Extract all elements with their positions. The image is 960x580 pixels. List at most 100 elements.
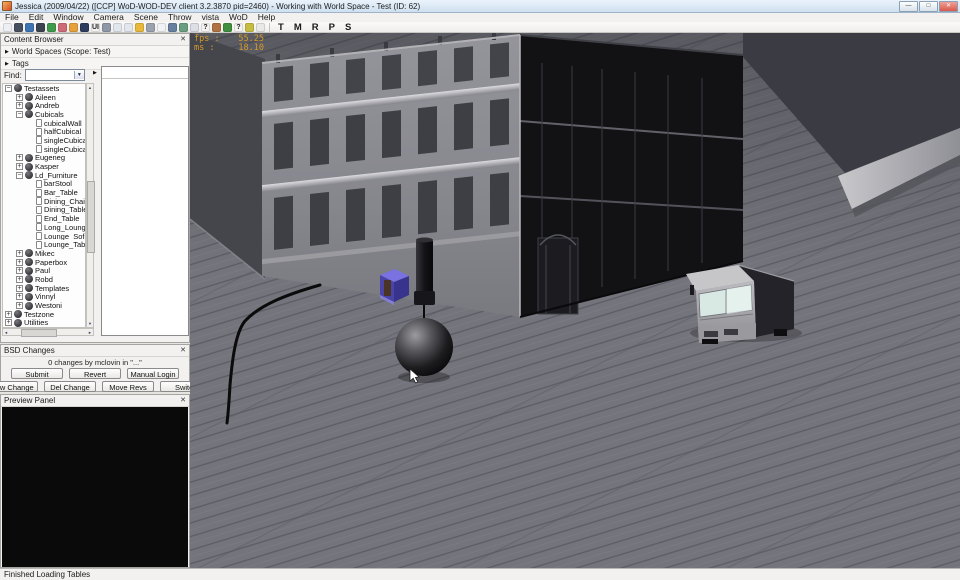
close-icon[interactable] — [180, 35, 186, 44]
green-asset-icon[interactable] — [47, 23, 56, 32]
ui-editor-icon[interactable]: UI — [91, 23, 100, 32]
monitor-icon[interactable] — [80, 23, 89, 32]
menu-item[interactable]: File — [0, 13, 24, 22]
tree-item[interactable]: Aileen — [3, 93, 85, 102]
tree-expander-icon[interactable] — [16, 250, 23, 257]
close-button[interactable]: ✕ — [939, 1, 958, 12]
content-browser-header[interactable]: Content Browser — [1, 34, 189, 46]
tree-expander-icon[interactable] — [27, 189, 34, 196]
menu-item[interactable]: Scene — [129, 13, 163, 22]
tree-item[interactable]: Vinnyl — [3, 293, 85, 302]
close-icon[interactable] — [180, 396, 186, 405]
tree-expander-icon[interactable] — [16, 163, 23, 170]
tree-item[interactable]: cubicalWall — [3, 119, 85, 128]
tree-icon[interactable] — [223, 23, 232, 32]
menu-item[interactable]: WoD — [224, 13, 253, 22]
tree-expander-icon[interactable] — [16, 154, 23, 161]
scroll-left-icon[interactable]: ◄ — [3, 329, 9, 336]
tree-item[interactable]: Testzone — [3, 310, 85, 319]
tree-expander-icon[interactable] — [16, 94, 23, 101]
preview-canvas[interactable] — [2, 407, 188, 567]
help-alt-icon[interactable]: ? — [234, 23, 243, 32]
tree-item[interactable]: Westoni — [3, 301, 85, 310]
scrollbar-thumb[interactable] — [21, 329, 57, 337]
globe-icon[interactable] — [102, 23, 111, 32]
scroll-right-icon[interactable]: ► — [87, 329, 93, 336]
building[interactable] — [262, 33, 743, 317]
tree-item[interactable]: barStool — [3, 180, 85, 189]
world-spaces-section[interactable]: World Spaces (Scope: Test) — [1, 46, 189, 58]
circle-icon[interactable] — [256, 23, 265, 32]
tree-expander-icon[interactable] — [27, 206, 34, 213]
tree-horizontal-scrollbar[interactable]: ◄ ► — [2, 328, 94, 336]
tree-item[interactable]: singleCubical — [3, 145, 85, 154]
tree-item[interactable]: Lounge_Table — [3, 240, 85, 249]
bsd-button[interactable]: Submit — [11, 368, 63, 379]
find-combobox[interactable]: ▼ — [25, 69, 85, 81]
tree-item[interactable]: Andreb — [3, 101, 85, 110]
tree-expander-icon[interactable] — [5, 311, 12, 318]
menu-item[interactable]: vista — [197, 13, 224, 22]
bsd-button[interactable]: New Change — [0, 381, 38, 392]
portrait-icon[interactable] — [212, 23, 221, 32]
tree-vertical-scrollbar[interactable]: ▲ ▼ — [86, 83, 94, 328]
bsd-button[interactable]: Move Revs — [102, 381, 154, 392]
camera-dark-icon[interactable] — [14, 23, 23, 32]
bsd-changes-header[interactable]: BSD Changes — [1, 345, 189, 357]
tree-expander-icon[interactable] — [27, 241, 34, 248]
tree-expander-icon[interactable] — [27, 215, 34, 222]
scroll-down-icon[interactable]: ▼ — [87, 320, 93, 327]
sun-icon[interactable] — [135, 23, 144, 32]
selection-box-icon[interactable] — [157, 23, 166, 32]
mode-button[interactable]: T — [273, 22, 289, 33]
tree-item[interactable]: Mikec — [3, 249, 85, 258]
tree-item[interactable]: Templates — [3, 284, 85, 293]
tree-expander-icon[interactable] — [27, 233, 34, 240]
camera-blue-icon[interactable] — [25, 23, 34, 32]
tree-expander-icon[interactable] — [27, 198, 34, 205]
tree-expander-icon[interactable] — [16, 302, 23, 309]
menu-item[interactable]: Window — [48, 13, 88, 22]
tree-item[interactable]: Utilities — [3, 319, 85, 328]
tree-expander-icon[interactable] — [16, 267, 23, 274]
tree-item[interactable]: Eugeneg — [3, 154, 85, 163]
tree-expander-icon[interactable] — [16, 276, 23, 283]
tree-expander-icon[interactable] — [16, 285, 23, 292]
tree-expander-icon[interactable] — [27, 137, 34, 144]
tree-item[interactable]: halfCubical — [3, 127, 85, 136]
preview-panel-header[interactable]: Preview Panel — [1, 395, 189, 407]
tree-item[interactable]: Robd — [3, 275, 85, 284]
tree-expander-icon[interactable] — [5, 85, 12, 92]
tree-expander-icon[interactable] — [16, 102, 23, 109]
tree-item[interactable]: Paul — [3, 266, 85, 275]
new-page-icon[interactable] — [3, 23, 12, 32]
orange-list-icon[interactable] — [69, 23, 78, 32]
tree-expander-icon[interactable] — [16, 293, 23, 300]
tree-expander-icon[interactable] — [27, 120, 34, 127]
tree-expander-icon[interactable] — [27, 224, 34, 231]
minimize-button[interactable]: — — [899, 1, 918, 12]
table-grid-icon[interactable] — [124, 23, 133, 32]
red-asset-icon[interactable] — [58, 23, 67, 32]
tree-item[interactable]: Cubicals — [3, 110, 85, 119]
tree-item[interactable]: Ld_Furniture — [3, 171, 85, 180]
bsd-button[interactable]: Del Change — [44, 381, 96, 392]
avatar-exit-icon[interactable] — [179, 23, 188, 32]
tree-expander-icon[interactable] — [27, 180, 34, 187]
tree-item[interactable]: singleCubical — [3, 136, 85, 145]
tree-item[interactable]: Dining_Chair — [3, 197, 85, 206]
tree-item[interactable]: Paperbox — [3, 258, 85, 267]
mode-button[interactable]: P — [324, 22, 340, 33]
maximize-button[interactable]: □ — [919, 1, 938, 12]
scene-canvas[interactable] — [190, 33, 960, 568]
tree-item[interactable]: Dining_Table — [3, 206, 85, 215]
mode-button[interactable]: R — [307, 22, 324, 33]
gem-icon[interactable] — [245, 23, 254, 32]
bsd-button[interactable]: Manual Login — [127, 368, 179, 379]
scrollbar-thumb[interactable] — [87, 181, 95, 253]
help-icon[interactable]: ? — [201, 23, 210, 32]
asset-list[interactable] — [101, 66, 189, 336]
world-icon[interactable] — [146, 23, 155, 32]
tree-expander-icon[interactable] — [27, 146, 34, 153]
list-expand-arrow-icon[interactable] — [93, 70, 97, 76]
